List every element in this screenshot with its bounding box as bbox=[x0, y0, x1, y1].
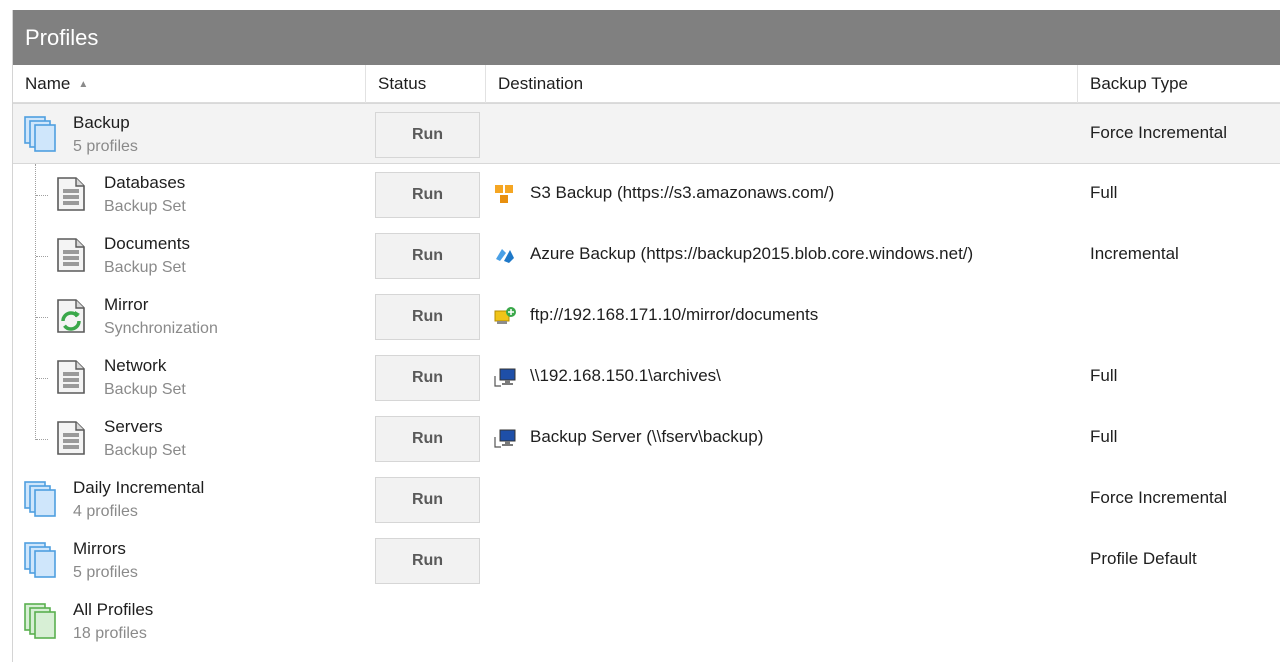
row-subtitle: 5 profiles bbox=[73, 564, 138, 581]
backup-type: Force Incremental bbox=[1090, 123, 1227, 142]
backup-type: Force Incremental bbox=[1090, 488, 1227, 507]
destination-link[interactable]: ftp://192.168.171.10/mirror/documents bbox=[530, 305, 818, 325]
run-button[interactable]: Run bbox=[375, 477, 480, 523]
sync-icon bbox=[57, 299, 85, 333]
row-name: All Profiles bbox=[73, 600, 154, 619]
amazon-s3-icon bbox=[495, 185, 513, 203]
row-subtitle: Backup Set bbox=[104, 198, 186, 215]
run-button[interactable]: Run bbox=[375, 355, 480, 401]
profile-row-network[interactable]: Network Backup Set Run \\192.168.150.1\a… bbox=[13, 347, 1281, 408]
network-computer-icon bbox=[494, 368, 516, 387]
backup-set-icon bbox=[57, 360, 85, 394]
row-name: Servers bbox=[104, 417, 163, 436]
profile-row-mirror[interactable]: Mirror Synchronization Run ftp://192.168… bbox=[13, 286, 1281, 347]
run-button[interactable]: Run bbox=[375, 416, 480, 462]
destination-link[interactable]: Backup Server (\\fserv\backup) bbox=[530, 427, 763, 447]
ftp-icon bbox=[494, 307, 516, 324]
profiles-panel: Profiles Name ▲ Status Destination Backup… bbox=[12, 10, 1280, 662]
profile-row-all-profiles[interactable]: All Profiles 18 profiles bbox=[13, 591, 1281, 652]
backup-type: Full bbox=[1090, 366, 1118, 385]
backup-set-icon bbox=[57, 177, 85, 211]
column-header-name[interactable]: Name ▲ bbox=[13, 65, 363, 103]
destination-link[interactable]: S3 Backup (https://s3.amazonaws.com/) bbox=[530, 183, 834, 203]
run-button[interactable]: Run bbox=[375, 233, 480, 279]
row-name: Databases bbox=[104, 173, 186, 192]
profile-group-icon bbox=[24, 481, 56, 517]
backup-type: Full bbox=[1090, 427, 1118, 446]
profile-row-documents[interactable]: Documents Backup Set Run Azure Backup (h… bbox=[13, 225, 1281, 286]
row-subtitle: Synchronization bbox=[104, 320, 218, 337]
column-header-name-label: Name bbox=[25, 74, 71, 93]
sort-ascending-icon: ▲ bbox=[78, 79, 89, 90]
profile-row-daily-incremental[interactable]: Daily Incremental 4 profiles Run Force I… bbox=[13, 469, 1281, 530]
backup-set-icon bbox=[57, 421, 85, 455]
row-name: Network bbox=[104, 356, 167, 375]
row-subtitle: Backup Set bbox=[104, 259, 186, 276]
row-name: Documents bbox=[104, 234, 190, 253]
destination-link[interactable]: Azure Backup (https://backup2015.blob.co… bbox=[530, 244, 973, 264]
network-computer-icon bbox=[494, 429, 516, 448]
profile-row-mirrors[interactable]: Mirrors 5 profiles Run Profile Default bbox=[13, 530, 1281, 591]
column-header-status[interactable]: Status bbox=[365, 65, 485, 103]
row-subtitle: Backup Set bbox=[104, 442, 186, 459]
run-button[interactable]: Run bbox=[375, 112, 480, 158]
row-subtitle: 18 profiles bbox=[73, 625, 147, 642]
column-header-destination[interactable]: Destination bbox=[485, 65, 1077, 103]
row-name: Daily Incremental bbox=[73, 478, 205, 497]
run-button[interactable]: Run bbox=[375, 294, 480, 340]
row-subtitle: 5 profiles bbox=[73, 138, 138, 155]
row-name: Backup bbox=[73, 113, 130, 132]
profile-group-icon bbox=[24, 542, 56, 578]
profile-group-icon bbox=[24, 116, 56, 152]
destination-link[interactable]: \\192.168.150.1\archives\ bbox=[530, 366, 721, 386]
row-subtitle: 4 profiles bbox=[73, 503, 138, 520]
all-profiles-icon bbox=[24, 603, 56, 639]
backup-set-icon bbox=[57, 238, 85, 272]
run-button[interactable]: Run bbox=[375, 172, 480, 218]
row-name: Mirror bbox=[104, 295, 149, 314]
column-header-row: Name ▲ Status Destination Backup Type bbox=[13, 65, 1280, 103]
backup-type: Full bbox=[1090, 183, 1118, 202]
azure-icon bbox=[496, 249, 514, 263]
profile-row-servers[interactable]: Servers Backup Set Run Backup Server (\\… bbox=[13, 408, 1281, 469]
row-name: Mirrors bbox=[73, 539, 126, 558]
run-button[interactable]: Run bbox=[375, 538, 480, 584]
panel-title: Profiles bbox=[13, 10, 1280, 65]
column-header-backup-type[interactable]: Backup Type bbox=[1077, 65, 1281, 103]
row-subtitle: Backup Set bbox=[104, 381, 186, 398]
profile-row-databases[interactable]: Databases Backup Set Run S3 Backup (http… bbox=[13, 164, 1281, 225]
backup-type: Profile Default bbox=[1090, 549, 1197, 568]
profile-row-backup[interactable]: Backup 5 profiles Run Force Incremental bbox=[13, 103, 1280, 164]
backup-type: Incremental bbox=[1090, 244, 1179, 263]
